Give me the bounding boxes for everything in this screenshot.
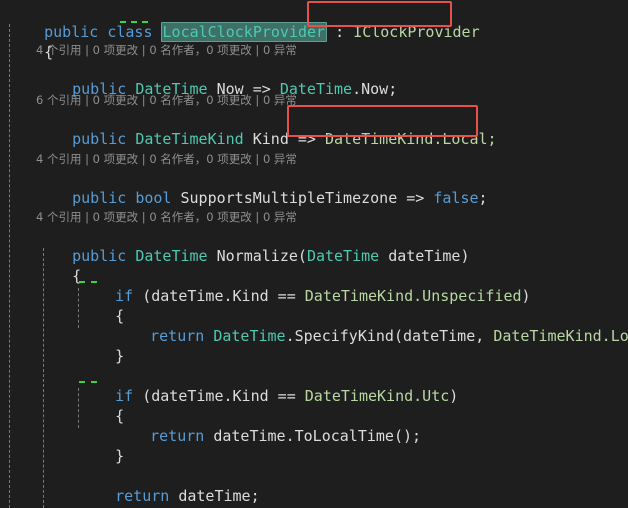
keyword-public: public [72,189,127,207]
code-line-method-open-brace[interactable]: { [36,246,81,285]
keyword-false: false [433,189,479,207]
code-line-return-specifykind[interactable]: return DateTime.SpecifyKind(dateTime, Da… [114,306,628,345]
property-name-supports: SupportsMultipleTimezone [180,189,398,207]
paren-open: ( [297,247,307,265]
code-line-if-close-brace[interactable]: } [79,326,124,365]
code-line-if-unspecified[interactable]: if (dateTime.Kind == DateTimeKind.Unspec… [79,266,530,305]
code-editor-view[interactable]: public class LocalClockProvider : IClock… [0,0,628,508]
keyword-public: public [72,130,127,148]
type-datetimekind: DateTimeKind [135,130,244,148]
inheritance-colon: : [326,23,354,41]
type-datetime: DateTime [213,327,286,345]
codelens-supports-multiple-timezone[interactable]: 4 个引用 | 0 项更改 | 0 名作者，0 项更改 | 0 异常 [36,151,297,168]
code-line-property-supports-multiple-timezone[interactable]: public bool SupportsMultipleTimezone => … [36,168,487,207]
lambda-arrow: => [297,130,316,148]
code-line-method-normalize-signature[interactable]: public DateTime Normalize(DateTime dateT… [36,226,469,265]
keyword-bool: bool [135,189,172,207]
close-brace: } [115,447,125,465]
code-line-if-utc[interactable]: if (dateTime.Kind == DateTimeKind.Utc) [79,366,458,405]
code-line-class-open-brace[interactable]: { [8,22,53,61]
class-name-highlight[interactable]: LocalClockProvider [160,22,328,42]
code-line-property-kind[interactable]: public DateTimeKind Kind => DateTimeKind… [36,109,496,148]
type-datetime: DateTime [135,247,208,265]
code-line-return-tolocaltime[interactable]: return dateTime.ToLocalTime(); [114,406,421,445]
paren-close: ) [460,247,470,265]
expression-tolocaltime: dateTime.ToLocalTime(); [213,427,422,445]
expression-datetime: dateTime; [178,487,260,505]
enum-value-local: DateTimeKind.Local; [325,130,497,148]
paren-close: ) [449,387,459,405]
enum-value-utc: DateTimeKind.Utc [304,387,450,405]
condition-left: (dateTime.Kind == [142,387,305,405]
codelens-normalize[interactable]: 4 个引用 | 0 项更改 | 0 名作者，0 项更改 | 0 异常 [36,209,297,226]
keyword-return: return [150,327,205,345]
enum-value-local: DateTimeKind.Local [493,327,628,345]
semicolon: ; [478,189,488,207]
interface-name[interactable]: IClockProvider [353,23,479,41]
keyword-class: class [107,23,153,41]
param-datetime: dateTime [388,247,461,265]
code-line-property-now[interactable]: public DateTime Now => DateTime.Now; [36,59,397,98]
indent-guide [9,24,10,508]
member-access-now: .Now; [352,80,398,98]
keyword-return: return [115,487,170,505]
lambda-arrow: => [406,189,425,207]
codelens-now[interactable]: 4 个引用 | 0 项更改 | 0 名作者，0 项更改 | 0 异常 [36,42,297,59]
paren-close: ) [521,287,531,305]
property-name-kind: Kind [252,130,289,148]
code-line-if-utc-open-brace[interactable]: { [79,386,124,425]
code-line-method-close-brace[interactable]: } [36,486,81,508]
method-name-normalize: Normalize [216,247,298,265]
type-datetime: DateTime [306,247,380,265]
code-line-if-open-brace[interactable]: { [79,286,124,325]
close-brace: } [115,347,125,365]
enum-value-unspecified: DateTimeKind.Unspecified [304,287,522,305]
keyword-return: return [150,427,205,445]
code-line-return-datetime[interactable]: return dateTime; [79,466,260,505]
condition-left: (dateTime.Kind == [142,287,305,305]
method-call-specifykind: .SpecifyKind(dateTime, [285,327,494,345]
code-line-if-utc-close-brace[interactable]: } [79,426,124,465]
codelens-kind[interactable]: 6 个引用 | 0 项更改 | 0 名作者，0 项更改 | 0 异常 [36,92,297,109]
code-line-class-declaration[interactable]: public class LocalClockProvider : IClock… [8,2,480,42]
